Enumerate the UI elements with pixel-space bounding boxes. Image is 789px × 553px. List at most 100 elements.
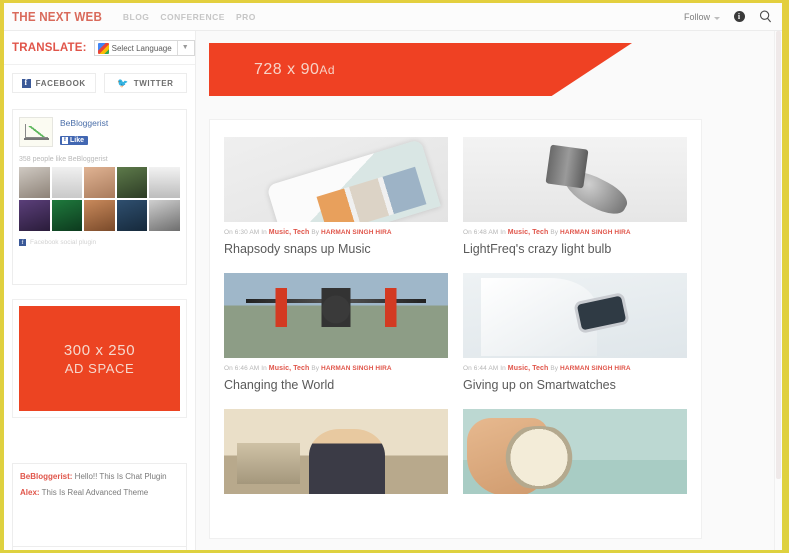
facebook-plugin-footer: f Facebook social plugin [19,239,180,246]
avatar[interactable] [84,200,115,231]
chat-name-input[interactable] [13,547,85,550]
article-author[interactable]: HARMAN SINGH HIRA [321,365,392,372]
article-thumbnail[interactable] [463,409,687,494]
facebook-friend-avatars [19,167,180,231]
scrollbar-thumb[interactable] [776,31,781,479]
page-scrollbar[interactable] [774,31,782,550]
twitter-share-button[interactable]: 🐦 TWITTER [103,73,187,93]
ad-728x90[interactable]: 728 x 90 Ad [209,43,632,96]
facebook-plugin-label: Facebook social plugin [30,239,97,246]
article-author[interactable]: HARMAN SINGH HIRA [321,229,392,236]
facebook-like-button[interactable]: f Like [60,135,89,145]
twitter-icon: 🐦 [116,77,129,88]
avatar[interactable] [149,200,180,231]
article-meta: On 6:44 AM In Music, Tech By HARMAN SING… [463,365,687,372]
article-card[interactable] [463,409,687,494]
chat-message-input[interactable] [85,547,207,550]
translate-label: TRANSLATE: [12,42,87,54]
article-time: On 6:46 AM In [224,365,269,372]
chevron-down-icon: ▼ [176,41,193,55]
google-translate-icon [97,42,109,54]
main-content: 728 x 90 Ad On 6:30 AM In Music, Tech By… [196,31,782,550]
article-card[interactable]: On 6:48 AM In Music, Tech By HARMAN SING… [463,137,687,256]
chart-icon [27,126,46,137]
language-select[interactable]: Select Language ▼ [93,40,195,56]
avatar[interactable] [149,167,180,198]
avatar[interactable] [19,200,50,231]
ad-300x250-line1: 300 x 250 [63,341,136,359]
article-time: On 6:44 AM In [463,365,508,372]
chat-message-user: BeBloggerist: [20,472,73,481]
leaderboard-ad-container: 728 x 90 Ad [196,31,782,96]
article-meta: On 6:48 AM In Music, Tech By HARMAN SING… [463,229,687,236]
avatar[interactable] [116,200,148,231]
nav-item-pro[interactable]: PRO [236,12,256,22]
article-thumbnail[interactable] [224,137,448,222]
facebook-page-name[interactable]: BeBloggerist [60,118,108,128]
article-title[interactable]: Changing the World [224,378,448,392]
twitter-share-label: TWITTER [133,78,174,88]
chat-message: BeBloggerist: Hello!! This Is Chat Plugi… [20,472,179,481]
article-thumbnail[interactable] [463,273,687,358]
chat-message-text: Hello!! This Is Chat Plugin [72,472,167,481]
article-title[interactable]: Giving up on Smartwatches [463,378,687,392]
facebook-share-label: FACEBOOK [35,78,86,88]
chat-message: Alex: This Is Real Advanced Theme [20,488,179,497]
nav-item-blog[interactable]: BLOG [123,12,150,22]
avatar[interactable] [19,167,50,198]
primary-nav: BLOG CONFERENCE PRO [123,12,256,22]
article-title[interactable]: Rhapsody snaps up Music [224,242,448,256]
article-by: By [309,365,322,372]
article-author[interactable]: HARMAN SINGH HIRA [560,229,631,236]
chevron-down-icon [714,16,720,20]
language-select-value: Select Language [111,43,172,53]
like-label: Like [70,136,85,144]
article-card[interactable]: On 6:46 AM In Music, Tech By HARMAN SING… [224,273,448,392]
facebook-icon: f [21,78,31,88]
social-buttons: f FACEBOOK 🐦 TWITTER [4,65,195,101]
chat-widget: BeBloggerist: Hello!! This Is Chat Plugi… [12,463,207,550]
header-actions: Follow i [684,10,772,24]
info-button[interactable]: i [732,10,746,24]
page-body: TRANSLATE: Select Language ▼ ▼ f FACEBOO… [4,31,782,550]
nav-item-conference[interactable]: CONFERENCE [160,12,225,22]
avatar[interactable] [116,167,148,198]
article-card[interactable]: On 6:44 AM In Music, Tech By HARMAN SING… [463,273,687,392]
article-author[interactable]: HARMAN SINGH HIRA [560,365,631,372]
site-header: THE NEXT WEB BLOG CONFERENCE PRO Follow … [4,3,782,31]
facebook-share-button[interactable]: f FACEBOOK [12,73,96,93]
page-root: THE NEXT WEB BLOG CONFERENCE PRO Follow … [4,3,782,550]
search-icon [759,10,771,23]
ad-300x250[interactable]: 300 x 250 AD SPACE [19,306,180,411]
article-meta: On 6:30 AM In Music, Tech By HARMAN SING… [224,229,448,236]
article-thumbnail[interactable] [463,137,687,222]
article-card[interactable] [224,409,448,494]
article-thumbnail[interactable] [224,409,448,494]
info-icon: i [733,11,745,22]
article-thumbnail[interactable] [224,273,448,358]
avatar[interactable] [84,167,115,198]
article-grid: On 6:30 AM In Music, Tech By HARMAN SING… [224,137,687,494]
article-categories[interactable]: Music, Tech [269,365,310,372]
avatar[interactable] [51,200,83,231]
facebook-widget-titleblock: BeBloggerist f Like [60,117,108,146]
ad-728x90-label: 728 x 90 [254,60,320,78]
article-title[interactable]: LightFreq's crazy light bulb [463,242,687,256]
article-time: On 6:48 AM In [463,229,508,236]
facebook-widget-header: BeBloggerist f Like [19,117,180,147]
facebook-icon: f [19,239,26,246]
article-card[interactable]: On 6:30 AM In Music, Tech By HARMAN SING… [224,137,448,256]
sidebar: TRANSLATE: Select Language ▼ ▼ f FACEBOO… [4,31,212,550]
article-by: By [548,229,561,236]
page-avatar [19,117,53,147]
article-categories[interactable]: Music, Tech [508,365,549,372]
article-categories[interactable]: Music, Tech [508,229,549,236]
avatar[interactable] [51,167,83,198]
facebook-page-widget: BeBloggerist f Like 358 people like BeBl… [12,109,187,285]
follow-button[interactable]: Follow [684,12,720,22]
site-logo[interactable]: THE NEXT WEB [12,10,102,24]
article-grid-panel: On 6:30 AM In Music, Tech By HARMAN SING… [209,119,702,539]
article-by: By [309,229,322,236]
article-categories[interactable]: Music, Tech [269,229,310,236]
search-button[interactable] [758,10,772,24]
